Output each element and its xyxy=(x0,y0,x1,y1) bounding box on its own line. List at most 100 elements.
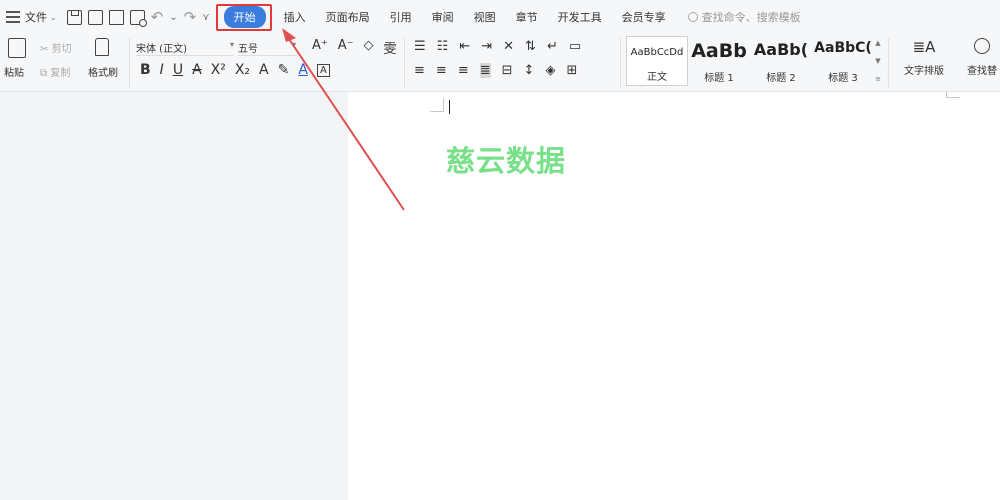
tab-start[interactable]: 开始 xyxy=(215,0,274,34)
ribbon-home: 粘贴 ✂ 剪切 ⧉ 复制 格式刷 宋体 (正文) ▾ 五号 ▾ A⁺ A⁻ ◇ … xyxy=(0,34,1000,92)
bold-icon[interactable]: B xyxy=(140,62,151,78)
quick-access-toolbar: ↶ ⌄ ↷ ⋎ xyxy=(66,8,210,27)
command-search-placeholder[interactable]: 查找命令、搜索模板 xyxy=(702,9,801,25)
text-cursor xyxy=(449,100,450,114)
tab-developer[interactable]: 开发工具 xyxy=(548,0,612,34)
table-lines-icon[interactable]: ▭ xyxy=(569,39,581,54)
style-name: 标题 2 xyxy=(766,73,796,84)
find-replace-button[interactable]: 查找替 xyxy=(962,38,1000,77)
bullet-list-icon[interactable]: ☰ xyxy=(414,39,426,54)
hamburger-icon[interactable] xyxy=(6,11,20,23)
style-preview: AaBb xyxy=(691,40,747,62)
format-painter-icon[interactable] xyxy=(95,38,109,56)
command-search[interactable]: 查找命令、搜索模板 xyxy=(687,9,801,25)
sort-icon[interactable]: ⇅ xyxy=(525,39,536,54)
font-tools-top: A⁺ A⁻ ◇ 雯 xyxy=(312,38,397,57)
tab-view[interactable]: 视图 xyxy=(464,0,506,34)
copy-icon: ⧉ xyxy=(40,68,48,79)
chevron-up-icon[interactable]: ▲ xyxy=(875,39,880,47)
style-heading-2[interactable]: AaBb( 标题 2 xyxy=(750,36,812,86)
paste-button[interactable]: 粘贴 xyxy=(4,64,24,79)
save-icon[interactable] xyxy=(66,9,82,25)
expand-icon[interactable]: ≡ xyxy=(875,75,881,83)
align-left-icon[interactable]: ≡ xyxy=(414,63,425,78)
text-effect-icon[interactable]: A xyxy=(259,62,269,78)
char-border-icon[interactable]: A xyxy=(316,63,330,77)
copy-label: 复制 xyxy=(50,68,71,79)
customize-toolbar-icon[interactable]: ⋎ xyxy=(202,12,209,23)
decrease-indent-icon[interactable]: ⇤ xyxy=(459,39,470,54)
numbered-list-icon[interactable]: ☷ xyxy=(437,39,449,54)
watermark: 慈云数据 xyxy=(446,144,567,178)
divider xyxy=(888,38,889,88)
tab-page-layout[interactable]: 页面布局 xyxy=(316,0,380,34)
undo-icon[interactable]: ↶ xyxy=(151,8,164,26)
file-menu-label[interactable]: 文件 xyxy=(25,9,47,25)
text-layout-label: 文字排版 xyxy=(904,66,944,77)
styles-scrollbar[interactable]: ▲ ▼ ≡ xyxy=(874,36,882,86)
print-icon[interactable] xyxy=(108,9,124,25)
justify-icon[interactable]: ≣ xyxy=(479,63,491,78)
menu-tab-bar: 文件 ⌄ ↶ ⌄ ↷ ⋎ 开始 插入 页面布局 引用 审阅 视图 章节 开发工具… xyxy=(0,0,1000,34)
text-layout-button[interactable]: ≣A 文字排版 xyxy=(898,38,950,77)
font-size-select[interactable]: 五号 ▾ xyxy=(238,40,296,56)
wps-writer-window: 文件 ⌄ ↶ ⌄ ↷ ⋎ 开始 插入 页面布局 引用 审阅 视图 章节 开发工具… xyxy=(0,0,1000,500)
line-spacing-icon[interactable]: ↕ xyxy=(524,63,535,78)
scissors-icon: ✂ xyxy=(40,44,49,55)
increase-indent-icon[interactable]: ⇥ xyxy=(481,39,492,54)
distributed-icon[interactable]: ⊟ xyxy=(502,63,513,78)
chinese-layout-icon[interactable]: ✕ xyxy=(503,39,514,54)
grow-font-icon[interactable]: A⁺ xyxy=(312,38,328,57)
strikethrough-icon[interactable]: A xyxy=(192,62,202,78)
align-right-icon[interactable]: ≡ xyxy=(458,63,469,78)
chevron-down-icon[interactable]: ▾ xyxy=(230,40,234,49)
tab-review[interactable]: 审阅 xyxy=(422,0,464,34)
text-layout-icon: ≣A xyxy=(912,38,936,56)
clear-format-icon[interactable]: ◇ xyxy=(364,38,374,57)
tab-section[interactable]: 章节 xyxy=(506,0,548,34)
font-size-value[interactable]: 五号 xyxy=(238,44,258,55)
shrink-font-icon[interactable]: A⁻ xyxy=(338,38,354,57)
redo-icon[interactable]: ↷ xyxy=(184,8,197,26)
subscript-icon[interactable]: X₂ xyxy=(235,62,250,78)
phonetic-guide-icon[interactable]: 雯 xyxy=(384,38,397,57)
copy-button[interactable]: ⧉ 复制 xyxy=(40,64,70,79)
font-format-row: B I U A X² X₂ A ✎ A A xyxy=(140,62,330,78)
style-heading-1[interactable]: AaBb 标题 1 xyxy=(688,36,750,86)
highlight-color-icon[interactable]: ✎ xyxy=(278,62,290,78)
cut-button[interactable]: ✂ 剪切 xyxy=(40,40,72,55)
export-pdf-icon[interactable] xyxy=(87,9,103,25)
font-name-select[interactable]: 宋体 (正文) ▾ xyxy=(136,40,234,56)
tab-references[interactable]: 引用 xyxy=(380,0,422,34)
margin-marker xyxy=(946,92,960,98)
style-preview: AaBbC( xyxy=(814,40,872,56)
cut-label: 剪切 xyxy=(51,44,72,55)
align-center-icon[interactable]: ≡ xyxy=(436,63,447,78)
styles-gallery: AaBbCcDd 正文 AaBb 标题 1 AaBb( 标题 2 AaBbC( … xyxy=(626,36,882,86)
italic-icon[interactable]: I xyxy=(160,62,164,78)
show-marks-icon[interactable]: ↵ xyxy=(547,39,558,54)
chevron-down-icon[interactable]: ▾ xyxy=(292,40,296,49)
superscript-icon[interactable]: X² xyxy=(211,62,226,78)
borders-icon[interactable]: ⊞ xyxy=(566,63,577,78)
font-color-icon[interactable]: A xyxy=(298,62,308,78)
magnifier-icon xyxy=(974,38,990,54)
paste-icon[interactable] xyxy=(8,38,26,58)
style-normal[interactable]: AaBbCcDd 正文 xyxy=(626,36,688,86)
format-painter-button[interactable]: 格式刷 xyxy=(88,64,118,79)
tab-member[interactable]: 会员专享 xyxy=(612,0,676,34)
search-icon xyxy=(687,12,698,22)
chevron-down-icon[interactable]: ⌄ xyxy=(169,12,177,23)
chevron-down-icon[interactable]: ▼ xyxy=(875,57,880,65)
underline-icon[interactable]: U xyxy=(173,62,183,78)
divider xyxy=(620,38,621,88)
file-menu[interactable]: 文件 ⌄ xyxy=(0,0,63,34)
font-name-value[interactable]: 宋体 (正文) xyxy=(136,44,187,55)
tab-insert[interactable]: 插入 xyxy=(274,0,316,34)
divider xyxy=(129,38,130,88)
tab-start-label[interactable]: 开始 xyxy=(223,6,266,28)
print-preview-icon[interactable] xyxy=(129,9,147,27)
style-heading-3[interactable]: AaBbC( 标题 3 xyxy=(812,36,874,86)
chevron-down-icon[interactable]: ⌄ xyxy=(50,13,57,22)
shading-icon[interactable]: ◈ xyxy=(545,63,555,78)
